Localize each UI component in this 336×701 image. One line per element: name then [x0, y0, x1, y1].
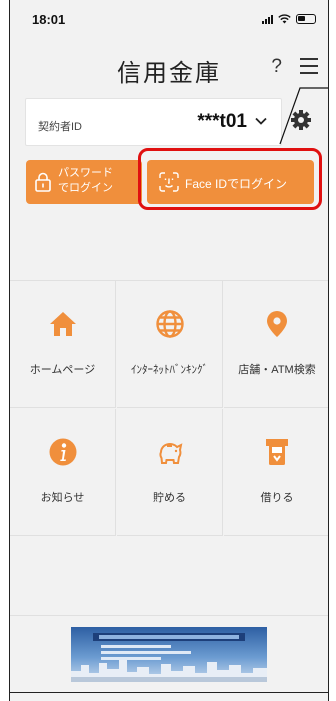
menu-item-internet-banking[interactable]: ｲﾝﾀｰﾈｯﾄﾊﾞﾝｷﾝｸﾞ — [117, 281, 223, 408]
app-screen: 18:01 信用金庫 ? 契約者ID ***t01 パスワード でログイン Fa… — [9, 0, 329, 701]
menu-item-borrowing[interactable]: 借りる — [224, 409, 328, 536]
menu-item-label: 店舗・ATM検索 — [238, 364, 316, 376]
menu-item-branch-atm-search[interactable]: 店舗・ATM検索 — [224, 281, 328, 408]
password-login-label-line1: パスワード — [58, 167, 113, 179]
info-icon — [49, 438, 76, 466]
bottom-edge-line — [10, 692, 328, 693]
piggy-bank-icon — [158, 443, 182, 464]
account-id-value: ***t01 — [197, 111, 247, 132]
section-divider — [10, 615, 328, 616]
home-icon — [49, 312, 76, 336]
password-login-label-line2: でログイン — [58, 182, 113, 194]
account-id-selector[interactable]: 契約者ID ***t01 — [25, 98, 282, 146]
help-button[interactable]: ? — [271, 56, 282, 78]
menu-item-label: ホームページ — [29, 364, 96, 376]
menu-item-homepage[interactable]: ホームページ — [10, 281, 116, 408]
password-login-button[interactable]: パスワード でログイン — [26, 160, 142, 204]
faceid-login-button[interactable]: Face IDでログイン — [147, 160, 314, 204]
system-icons — [262, 14, 316, 24]
account-id-label: 契約者ID — [38, 121, 82, 133]
menu-item-notices[interactable]: お知らせ — [10, 409, 116, 536]
battery-icon — [296, 14, 316, 24]
location-pin-icon — [267, 311, 287, 337]
chevron-down-icon — [255, 117, 267, 125]
menu-item-label: 貯める — [153, 492, 186, 504]
menu-item-label: ｲﾝﾀｰﾈｯﾄﾊﾞﾝｷﾝｸﾞ — [131, 364, 208, 376]
status-bar: 18:01 — [10, 0, 328, 40]
menu-item-label: 借りる — [260, 492, 294, 504]
status-time: 18:01 — [32, 12, 66, 27]
password-login-label: パスワード でログイン — [58, 166, 113, 196]
menu-grid: ホームページ ｲﾝﾀｰﾈｯﾄﾊﾞﾝｷﾝｸﾞ 店舗・ATM検索 お知らせ 貯める … — [10, 280, 328, 536]
menu-item-label: お知らせ — [40, 492, 85, 504]
signal-icon — [262, 14, 273, 24]
globe-icon — [155, 310, 184, 338]
faceid-login-label: Face IDでログイン — [185, 177, 288, 191]
atm-card-icon — [266, 439, 288, 465]
wifi-icon — [278, 14, 291, 24]
menu-item-savings[interactable]: 貯める — [117, 409, 223, 536]
face-id-icon — [159, 172, 179, 192]
hamburger-menu-icon[interactable] — [300, 58, 318, 74]
annotation-callout-line — [279, 87, 328, 145]
lock-icon — [35, 172, 51, 192]
promo-banner[interactable] — [71, 627, 267, 682]
app-header: 信用金庫 ? — [10, 40, 328, 92]
